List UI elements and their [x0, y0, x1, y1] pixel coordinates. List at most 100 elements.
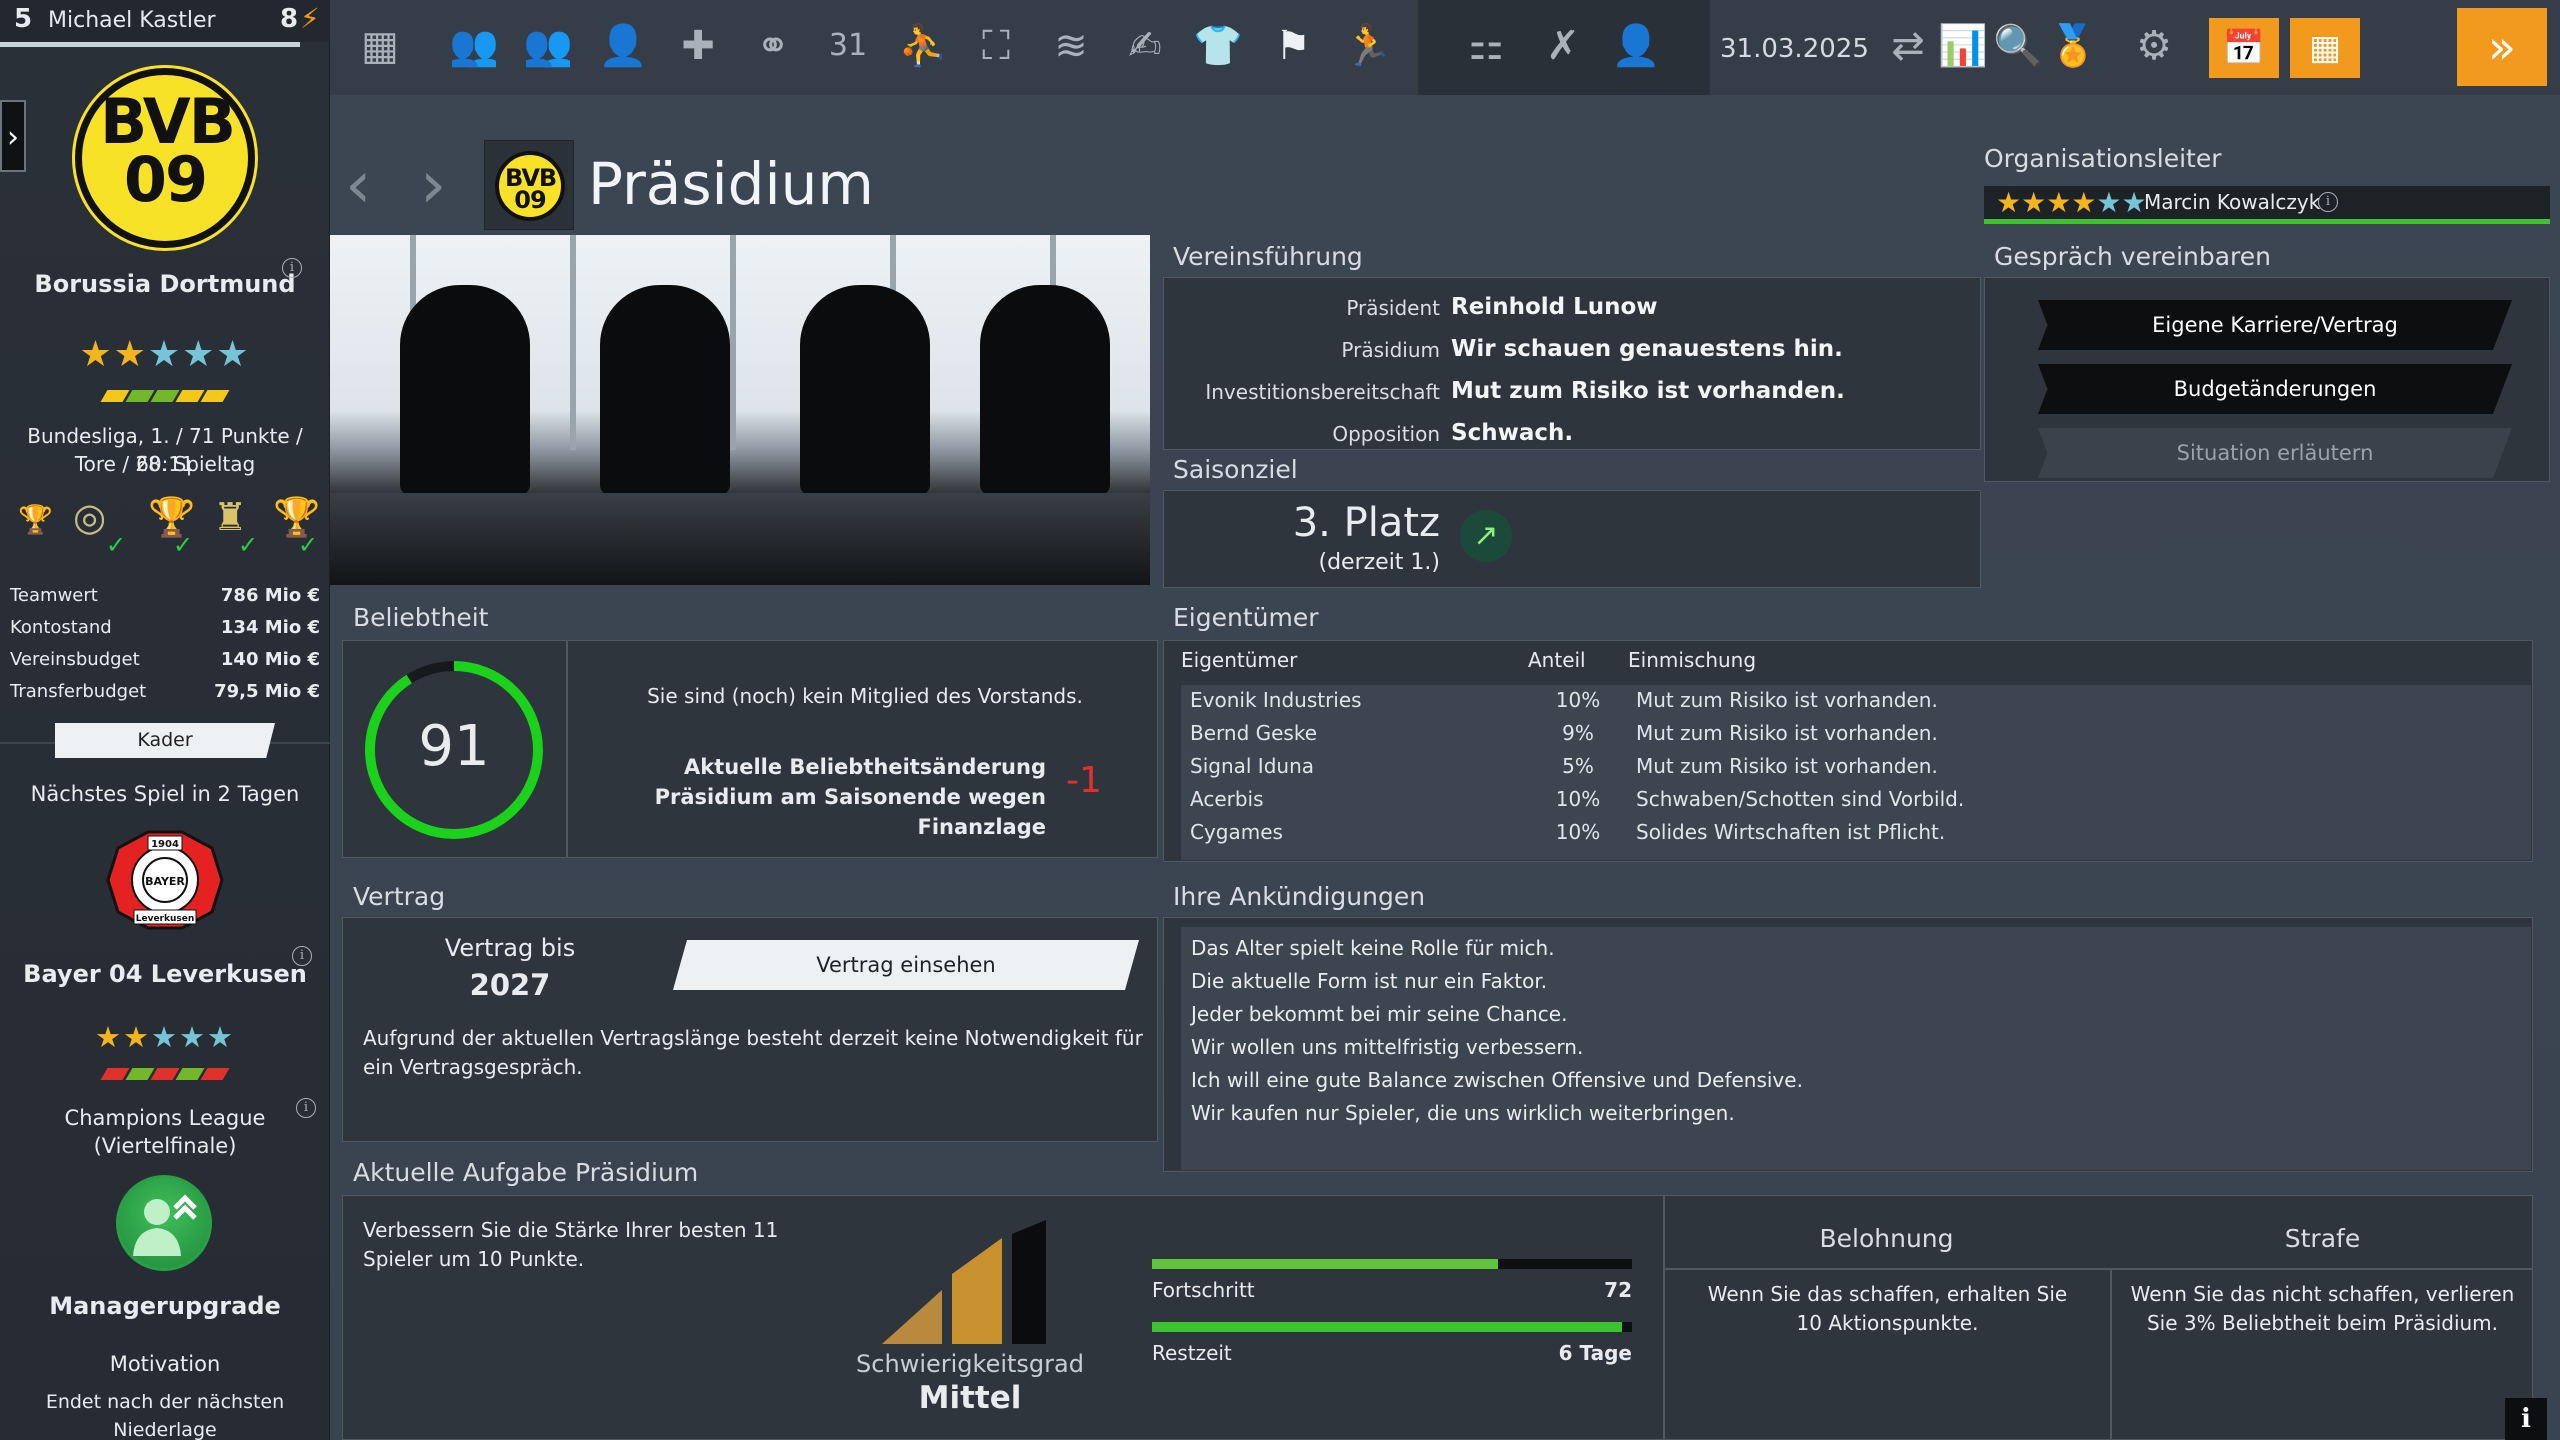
upgrade-title: Managerupgrade — [49, 1292, 281, 1320]
opponent-crest-bottom: Leverkusen — [136, 914, 195, 924]
check-icon: ✓ — [106, 531, 127, 559]
scouting-icon[interactable]: ⚭ — [745, 18, 801, 74]
label-praesident: Präsident — [1346, 296, 1440, 320]
sponsor-icon[interactable]: ✍ — [1117, 18, 1173, 74]
ankuendigungen-list: Das Alter spielt keine Rolle für mich. D… — [1191, 932, 1803, 1130]
karriere-vertrag-button[interactable]: Eigene Karriere/Vertrag — [2038, 300, 2512, 350]
club-crest[interactable]: BVB 09 — [75, 68, 255, 248]
lineup-icon[interactable]: ⚏ — [1458, 18, 1514, 74]
check-icon: ✓ — [173, 531, 194, 559]
finance-teamwert: Teamwert 786 Mio € — [10, 585, 320, 606]
strafe-title: Strafe — [2284, 1224, 2361, 1253]
check-icon: ✓ — [238, 531, 259, 559]
continue-button[interactable]: » — [2457, 8, 2547, 86]
opponent-name[interactable]: Bayer 04 Leverkusen — [0, 960, 330, 988]
value-opposition: Schwach. — [1451, 420, 1574, 446]
header-crest: BVB 09 — [484, 140, 574, 230]
search-icon[interactable]: 🔍 — [1990, 18, 2046, 74]
finance-kontostand: Kontostand 134 Mio € — [10, 617, 320, 638]
eigentuemer-header-mix: Einmischung — [1628, 648, 1757, 672]
info-icon[interactable]: i — [2505, 1398, 2547, 1440]
budgetaenderungen-button[interactable]: Budgetänderungen — [2038, 364, 2512, 414]
xp-bar — [0, 42, 300, 47]
restzeit-label: Restzeit — [1152, 1341, 1232, 1365]
cup-icon: 🏆 — [18, 503, 53, 536]
page-title: Präsidium — [588, 150, 874, 218]
youth-icon[interactable]: 🏃 — [1340, 18, 1396, 74]
next-game-text: Nächstes Spiel in 2 Tagen — [30, 782, 300, 806]
situation-erlaeutern-button[interactable]: Situation erläutern — [2038, 428, 2512, 478]
stadium-icon[interactable]: ⛶ — [968, 18, 1024, 74]
fortschritt-bar — [1152, 1259, 1632, 1269]
current-date: 31.03.2025 — [1720, 34, 1869, 64]
label-investition: Investitionsbereitschaft — [1205, 380, 1440, 404]
manager-level: 8 — [280, 4, 299, 34]
saisonziel-title: Saisonziel — [1173, 455, 1298, 484]
dashboard-icon[interactable]: ▦ — [352, 18, 408, 74]
announcement-item: Ich will eine gute Balance zwischen Offe… — [1191, 1068, 1803, 1092]
value-praesidium: Wir schauen genauestens hin. — [1451, 336, 1843, 362]
label-opposition: Opposition — [1332, 422, 1440, 446]
vertrag-einsehen-button[interactable]: Vertrag einsehen — [673, 940, 1139, 990]
announcement-item: Das Alter spielt keine Rolle für mich. — [1191, 936, 1555, 960]
club-info-icon[interactable]: i — [282, 258, 302, 278]
calendar-month-button[interactable]: ▦ — [2290, 18, 2360, 78]
manager-upgrade-icon[interactable] — [116, 1175, 212, 1271]
org-leader-name: Marcin Kowalczyk — [2144, 190, 2321, 214]
sidebar-collapse-left[interactable]: › — [0, 100, 26, 172]
restzeit-value: 6 Tage — [1558, 1341, 1632, 1365]
finances-icon[interactable]: ≋ — [1043, 18, 1099, 74]
trophy-row: 🏆 ◎ ✓ 🏆 ✓ ♜ ✓ 🏆 ✓ — [18, 495, 328, 565]
training-icon[interactable]: ⛹ — [895, 18, 951, 74]
achievements-icon[interactable]: 🏅 — [2045, 18, 2101, 74]
upgrade-note: Endet nach der nächsten Niederlage — [45, 1391, 285, 1440]
eigentuemer-header-share: Anteil — [1528, 648, 1586, 672]
crest-text: BVB 09 — [100, 85, 236, 216]
kader-button[interactable]: Kader — [55, 723, 275, 758]
difficulty-bars-icon — [882, 1220, 1046, 1344]
fortschritt-fill — [1152, 1259, 1498, 1269]
org-leader-info-icon[interactable]: i — [2318, 192, 2338, 212]
tactics-icon[interactable]: ✗ — [1535, 18, 1591, 74]
medical-icon[interactable]: ✚ — [670, 18, 726, 74]
player-profile-icon[interactable]: 👤 — [1608, 18, 1664, 74]
sidebar: 5 Michael Kastler 8 ⚡ BVB 09 Borussia Do… — [0, 0, 330, 1440]
announcement-item: Wir wollen uns mittelfristig verbessern. — [1191, 1035, 1584, 1059]
league-line-2: Tore / 28. Spieltag — [74, 452, 256, 476]
value-praesident: Reinhold Lunow — [1451, 294, 1658, 320]
calendar-week-button[interactable]: 📅 — [2209, 18, 2279, 78]
aufgabe-title: Aktuelle Aufgabe Präsidium — [353, 1158, 699, 1187]
eigentuemer-title: Eigentümer — [1173, 603, 1319, 632]
back-arrow-icon[interactable]: ‹ — [345, 146, 371, 223]
settings-icon[interactable]: ⚙ — [2126, 18, 2182, 74]
announcement-item: Jeder bekommt bei mir seine Chance. — [1191, 1002, 1568, 1026]
restzeit-bar — [1152, 1322, 1632, 1332]
squad-icon[interactable]: 👥 — [446, 18, 502, 74]
aufgabe-description: Verbessern Sie die Stärke Ihrer besten 1… — [363, 1218, 779, 1271]
vereinsfuehrung-title: Vereinsführung — [1173, 242, 1363, 271]
manager-header[interactable]: 5 Michael Kastler 8 ⚡ — [0, 0, 330, 47]
statistics-icon[interactable]: 📊 — [1935, 18, 1991, 74]
club-name[interactable]: Borussia Dortmund — [0, 270, 330, 298]
org-leader-panel[interactable]: ★★★★★★ Marcin Kowalczyk i — [1984, 186, 2550, 224]
board-photo — [330, 235, 1150, 585]
plate-icon: ◎ — [73, 495, 107, 539]
difficulty-label: Schwierigkeitsgrad — [856, 1350, 1084, 1378]
org-leader-label: Organisationsleiter — [1984, 144, 2222, 173]
board-icon[interactable]: ⚑ — [1265, 18, 1321, 74]
transfer-icon[interactable]: ⇄ — [1880, 18, 1936, 74]
opponent-crest[interactable]: BAYER 1904 Leverkusen — [104, 830, 226, 930]
merchandise-icon[interactable]: 👕 — [1190, 18, 1246, 74]
team-compare-icon[interactable]: 👥 — [520, 18, 576, 74]
forward-arrow-icon[interactable]: › — [420, 146, 446, 223]
beliebtheit-title: Beliebtheit — [353, 603, 489, 632]
lightning-icon: ⚡ — [300, 2, 320, 35]
fortschritt-value: 72 — [1604, 1278, 1632, 1302]
calendar-icon[interactable]: 31 — [820, 18, 876, 74]
upgrade-subtitle: Motivation — [109, 1352, 221, 1376]
fortschritt-label: Fortschritt — [1152, 1278, 1255, 1302]
staff-icon[interactable]: 👤 — [595, 18, 651, 74]
belohnung-text: Wenn Sie das schaffen, erhalten Sie 10 A… — [1707, 1282, 2068, 1335]
vertrag-year: 2027 — [469, 968, 551, 1002]
strafe-text: Wenn Sie das nicht schaffen, verlieren S… — [2130, 1282, 2515, 1335]
